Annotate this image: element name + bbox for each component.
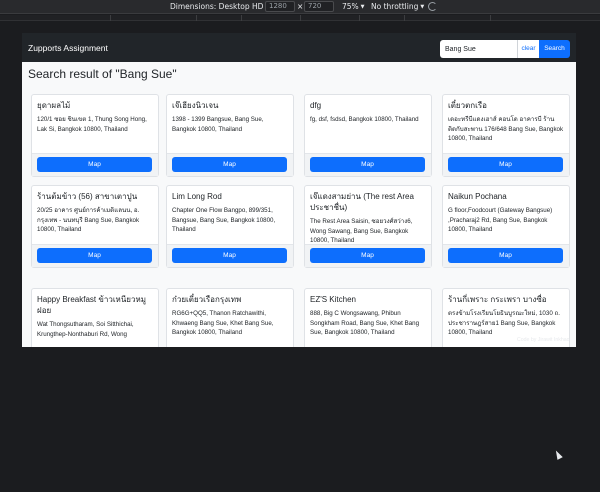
card-body: ร้านต้มข้าว (56) สาขาเตาปูน 20/25 อาคาร … <box>32 186 158 244</box>
map-button[interactable]: Map <box>310 248 425 263</box>
restaurant-card: Naikun Pochana G floor,Foodcourt (Gatewa… <box>442 185 570 268</box>
map-button[interactable]: Map <box>37 248 152 263</box>
map-button[interactable]: Map <box>448 248 563 263</box>
map-button[interactable]: Map <box>448 157 563 172</box>
mouse-cursor-icon <box>553 449 563 460</box>
height-input[interactable]: 720 <box>304 1 334 12</box>
card-body: dfg fg, dsf, fsdsd, Bangkok 10800, Thail… <box>305 95 431 153</box>
restaurant-address: fg, dsf, fsdsd, Bangkok 10800, Thailand <box>310 116 419 123</box>
card-body: EZ'S Kitchen 888, Big C Wongsawang, Phib… <box>305 289 431 347</box>
restaurant-name: ก๋วยเตี๋ยวเรือกรุงเทพ <box>172 295 242 304</box>
card-footer: Map <box>443 153 569 176</box>
zoom-dropdown[interactable]: 75% ▼ <box>342 2 365 12</box>
restaurant-name: Naikun Pochana <box>448 192 507 201</box>
result-title: Search result of "Bang Sue" <box>28 67 177 81</box>
restaurant-address: 20/25 อาคาร ศูนย์การค้าเมดิแลนน, อ. กรุง… <box>37 207 140 233</box>
restaurant-address: Wat Thongsutharam, Soi Sitthichai, Krung… <box>37 321 134 338</box>
width-input[interactable]: 1280 <box>265 1 295 12</box>
restaurant-address: RG6G+QQ5, Thanon Ratchawithi, Khwaeng Ba… <box>172 310 274 336</box>
card-body: เตี๋ยวตกเรือ เดอะทรีบีแดงเฮาส์ คอนโด อาค… <box>443 95 569 153</box>
map-button[interactable]: Map <box>37 157 152 172</box>
restaurant-name: เจ๊แดงสามย่าน (The rest Area ประชาชื่น) <box>310 192 414 212</box>
card-footer: Map <box>305 153 431 176</box>
card-footer: Map <box>32 244 158 267</box>
navbar-brand[interactable]: Zupports Assignment <box>28 43 108 53</box>
card-footer: Map <box>167 153 293 176</box>
dimensions-label: Dimensions: Desktop HD <box>170 2 264 11</box>
restaurant-name: เตี๋ยวตกเรือ <box>448 101 487 110</box>
restaurant-name: dfg <box>310 101 322 110</box>
clear-button[interactable]: clear <box>517 40 539 58</box>
footer-credit: Code by Jirawit Inkhao <box>517 337 570 343</box>
devtools-toolbar: Dimensions: Desktop HD▼ 1280 × 720 75%▼ … <box>0 0 600 14</box>
search-input[interactable] <box>440 40 517 58</box>
card-body: Naikun Pochana G floor,Foodcourt (Gatewa… <box>443 186 569 244</box>
restaurant-address: ตรงข้ามโรงเรียนโยธินบูรณะใหม่, 1030 ถ. ป… <box>448 310 560 336</box>
restaurant-name: Happy Breakfast ข้าวเหนียวหมูฝอย <box>37 295 147 315</box>
throttle-dropdown[interactable]: No throttling ▼ <box>371 2 424 12</box>
card-footer: Map <box>167 244 293 267</box>
card-body: Lim Long Rod Chapter One Flow Bangpo, 89… <box>167 186 293 244</box>
card-footer: Map <box>305 244 431 267</box>
restaurant-name: ร้านกี่เพราะ กระเพรา บางซื่อ <box>448 295 547 304</box>
dimensions-dropdown[interactable]: Dimensions: Desktop HD▼ <box>170 2 269 12</box>
restaurant-name: Lim Long Rod <box>172 192 222 201</box>
throttle-label: No throttling <box>371 2 419 11</box>
restaurant-address: เดอะทรีบีแดงเฮาส์ คอนโด อาคารบี ร้าน ติด… <box>448 116 564 142</box>
map-button[interactable]: Map <box>172 248 287 263</box>
map-button[interactable]: Map <box>172 157 287 172</box>
card-body: Happy Breakfast ข้าวเหนียวหมูฝอย Wat Tho… <box>32 289 158 347</box>
card-body: เจ๊แดงสามย่าน (The rest Area ประชาชื่น) … <box>305 186 431 244</box>
results-panel[interactable]: Search result of "Bang Sue" ยุดาผลไม้ 12… <box>22 62 576 347</box>
map-button[interactable]: Map <box>310 157 425 172</box>
card-footer: Map <box>443 244 569 267</box>
restaurant-card: ร้านต้มข้าว (56) สาขาเตาปูน 20/25 อาคาร … <box>31 185 159 268</box>
restaurant-name: ร้านต้มข้าว (56) สาขาเตาปูน <box>37 192 138 201</box>
restaurant-name: EZ'S Kitchen <box>310 295 356 304</box>
card-footer: Map <box>32 153 158 176</box>
devtools-ruler <box>0 15 600 21</box>
restaurant-address: Chapter One Flow Bangpo, 899/351, Bangsu… <box>172 207 276 233</box>
zoom-label: 75% <box>342 2 359 11</box>
restaurant-address: 120/1 ซอย ชินเขต 1, Thung Song Hong, Lak… <box>37 116 147 133</box>
restaurant-card: เตี๋ยวตกเรือ เดอะทรีบีแดงเฮาส์ คอนโด อาค… <box>442 94 570 177</box>
restaurant-card: ก๋วยเตี๋ยวเรือกรุงเทพ RG6G+QQ5, Thanon R… <box>166 288 294 347</box>
restaurant-card: ยุดาผลไม้ 120/1 ซอย ชินเขต 1, Thung Song… <box>31 94 159 177</box>
restaurant-card: dfg fg, dsf, fsdsd, Bangkok 10800, Thail… <box>304 94 432 177</box>
card-body: เจ๊เฮียงนิวเจน 1398 - 1399 Bangsue, Bang… <box>167 95 293 153</box>
restaurant-address: 1398 - 1399 Bangsue, Bang Sue, Bangkok 1… <box>172 116 264 133</box>
chevron-down-icon: ▼ <box>360 4 365 10</box>
restaurant-card: Lim Long Rod Chapter One Flow Bangpo, 89… <box>166 185 294 268</box>
chevron-down-icon: ▼ <box>420 4 425 10</box>
restaurant-name: เจ๊เฮียงนิวเจน <box>172 101 219 110</box>
search-button[interactable]: Search <box>539 40 570 58</box>
restaurant-address: The Rest Area Saisin, ซอยวงศ์สว่าง6, Won… <box>310 218 413 244</box>
restaurant-address: 888, Big C Wongsawang, Phibun Songkham R… <box>310 310 420 336</box>
restaurant-name: ยุดาผลไม้ <box>37 101 71 110</box>
restaurant-card: EZ'S Kitchen 888, Big C Wongsawang, Phib… <box>304 288 432 347</box>
rotate-icon[interactable] <box>428 2 437 11</box>
restaurant-address: G floor,Foodcourt (Gateway Bangsue) ,Pra… <box>448 207 553 233</box>
app-viewport: Zupports Assignment clear Search Search … <box>22 33 576 347</box>
restaurant-card: เจ๊แดงสามย่าน (The rest Area ประชาชื่น) … <box>304 185 432 268</box>
restaurant-card: เจ๊เฮียงนิวเจน 1398 - 1399 Bangsue, Bang… <box>166 94 294 177</box>
restaurant-card: Happy Breakfast ข้าวเหนียวหมูฝอย Wat Tho… <box>31 288 159 347</box>
card-body: ก๋วยเตี๋ยวเรือกรุงเทพ RG6G+QQ5, Thanon R… <box>167 289 293 347</box>
card-body: ยุดาผลไม้ 120/1 ซอย ชินเขต 1, Thung Song… <box>32 95 158 153</box>
times-symbol: × <box>297 2 304 11</box>
